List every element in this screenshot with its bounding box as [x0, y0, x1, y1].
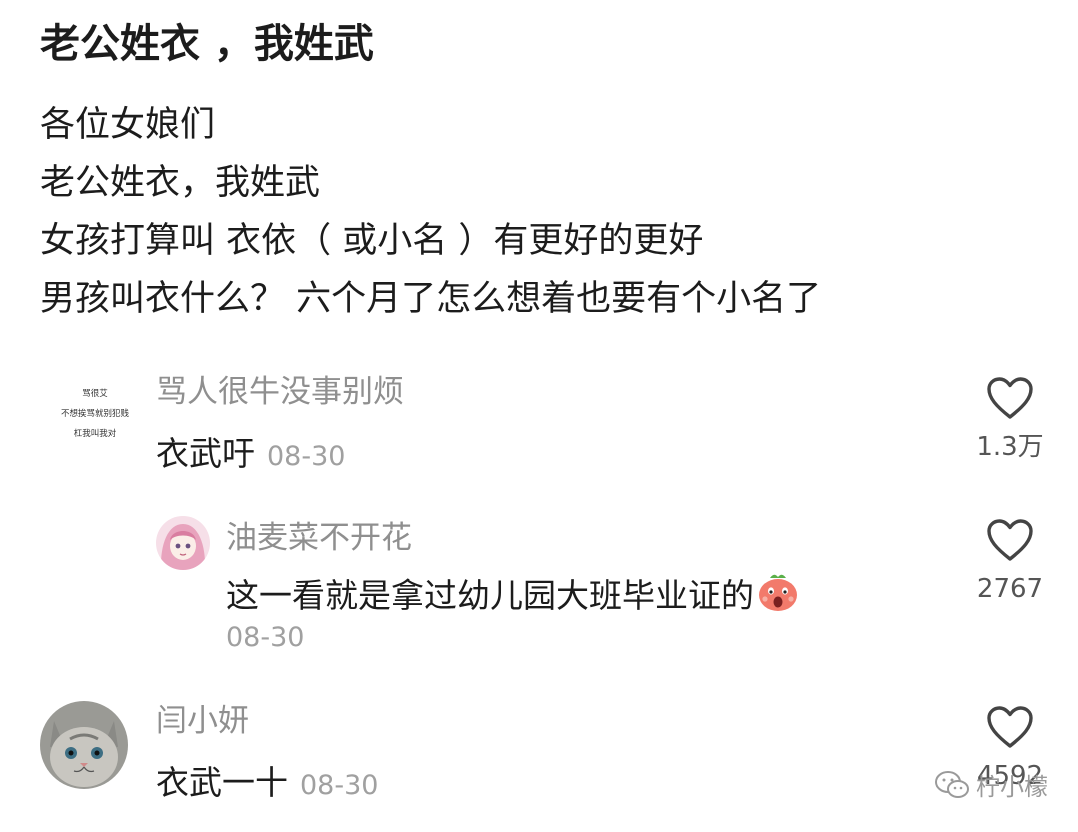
- post-body: 各位女娘们 老公姓衣，我姓武 女孩打算叫 衣依（ 或小名 ）有更好的更好 男孩叫…: [40, 96, 821, 328]
- comment-text[interactable]: 衣武吁 08-30: [156, 432, 345, 479]
- comment-date: 08-30: [300, 770, 379, 801]
- post-line: 女孩打算叫 衣依（ 或小名 ）有更好的更好: [40, 221, 704, 261]
- avatar-text: 不想挨骂就别犯贱: [60, 409, 129, 419]
- comment-username[interactable]: 骂人很牛没事别烦: [156, 372, 404, 412]
- comment-text-body: 衣武一十: [156, 763, 288, 802]
- like-button[interactable]: 2767: [960, 518, 1060, 606]
- post-line: 男孩叫衣什么？ 六个月了怎么想着也要有个小名了: [40, 279, 822, 319]
- avatar[interactable]: 骂很艾 不想挨骂就别犯贱 杠我叫我对: [50, 374, 140, 454]
- avatar[interactable]: [40, 701, 128, 789]
- comment-reply: 油麦菜不开花 这一看就是拿过幼儿园大班毕业证的 08-30 2767: [0, 508, 1078, 678]
- avatar[interactable]: [156, 516, 210, 570]
- post-line: 各位女娘们: [40, 105, 216, 145]
- post-line: 老公姓衣，我姓武: [40, 163, 321, 203]
- like-count: 2767: [976, 574, 1044, 604]
- avatar-text: 骂很艾: [82, 389, 108, 399]
- heart-icon: [987, 519, 1033, 561]
- avatar-text: 杠我叫我对: [73, 429, 117, 439]
- comment: 闫小妍 衣武一十 08-30 4592: [0, 695, 1078, 832]
- watermark-text: 柠小檬: [976, 773, 1048, 801]
- comment-text-body: 这一看就是拿过幼儿园大班毕业证的: [226, 576, 754, 615]
- heart-icon: [987, 377, 1033, 419]
- comment-date: 08-30: [226, 622, 305, 653]
- comment-text[interactable]: 这一看就是拿过幼儿园大班毕业证的: [226, 572, 800, 623]
- heart-icon: [987, 706, 1033, 748]
- comment-date: 08-30: [267, 441, 346, 472]
- wechat-icon: [935, 770, 969, 798]
- comment-text-body: 衣武吁: [156, 434, 255, 473]
- shocked-face-emoji: [756, 572, 800, 623]
- like-count: 1.3万: [976, 432, 1044, 462]
- comment-text[interactable]: 衣武一十 08-30: [156, 761, 378, 808]
- comment-username[interactable]: 闫小妍: [156, 701, 249, 741]
- comment: 骂很艾 不想挨骂就别犯贱 杠我叫我对 骂人很牛没事别烦 衣武吁 08-30 1.3…: [0, 362, 1078, 482]
- post-title: 老公姓衣 ，我姓武: [40, 21, 374, 67]
- comment-username[interactable]: 油麦菜不开花: [226, 518, 412, 558]
- watermark: 柠小檬: [934, 767, 1048, 802]
- like-button[interactable]: 1.3万: [960, 376, 1060, 464]
- cat-avatar-icon: [40, 701, 128, 789]
- anime-girl-avatar-icon: [156, 516, 210, 570]
